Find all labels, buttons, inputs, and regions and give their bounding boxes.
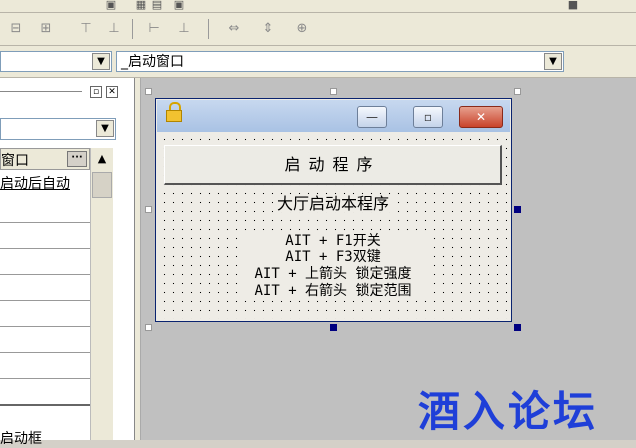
property-scrollbar[interactable]: ▲ <box>90 148 113 440</box>
restore-icon[interactable]: ▫ <box>90 86 102 98</box>
property-header-label: 窗口 <box>1 153 29 169</box>
lock-icon <box>166 102 182 122</box>
equal-width-icon[interactable]: ⊢ <box>144 19 164 39</box>
align-top-icon[interactable]: ⊤ <box>76 19 96 39</box>
grid-line <box>0 222 90 223</box>
object-combo-row: ▼ _启动窗口 ▼ <box>0 46 636 78</box>
property-header: 窗口 ··· <box>0 148 90 170</box>
selection-handle[interactable] <box>330 88 337 95</box>
toolbar-icon-c[interactable]: ▤ <box>150 0 164 11</box>
chevron-up-icon[interactable]: ▲ <box>93 150 111 168</box>
forum-watermark: 酒入论坛 <box>418 387 599 436</box>
component-combo[interactable]: ▼ <box>0 118 116 140</box>
property-value[interactable]: 启动后自动 <box>0 172 90 196</box>
align-bottom-icon[interactable]: ⊥ <box>104 19 124 39</box>
toolbar-separator <box>132 19 133 39</box>
grid-line <box>0 378 90 379</box>
form-client-area: 启动程序 大厅启动本程序 AIT + F1开关 AIT + F3双键 AIT +… <box>160 135 507 319</box>
grid-line <box>0 326 90 327</box>
chevron-down-icon[interactable]: ▼ <box>92 53 110 70</box>
start-program-button[interactable]: 启动程序 <box>164 145 502 185</box>
center-both-icon[interactable]: ⊕ <box>292 19 312 39</box>
selection-handle[interactable] <box>514 88 521 95</box>
selection-handle[interactable] <box>145 206 152 213</box>
event-combo[interactable]: _启动窗口 ▼ <box>116 51 564 72</box>
grid-line <box>0 404 90 406</box>
center-vertical-icon[interactable]: ⇕ <box>258 19 278 39</box>
equal-height-icon[interactable]: ⊥ <box>174 19 194 39</box>
info-line: AIT + 右箭头 锁定范围 <box>238 283 428 300</box>
startup-form[interactable]: — ▫ ✕ 启动程序 大厅启动本程序 AIT + F1开关 AIT + F3双键… <box>155 98 512 322</box>
grid-line <box>0 248 90 249</box>
toolbar-icon-a[interactable]: ▣ <box>104 0 118 11</box>
event-combo-value: _启动窗口 <box>121 54 184 70</box>
grid-line <box>0 352 90 353</box>
toolbar-top: ▣ ▦ ▤ ▣ ■ <box>0 0 636 13</box>
scroll-thumb[interactable] <box>92 172 112 198</box>
info-line: AIT + 上箭头 锁定强度 <box>238 266 428 283</box>
center-horizontal-icon[interactable]: ⇔ <box>224 19 244 39</box>
selection-handle[interactable] <box>145 324 152 331</box>
minimize-button[interactable]: — <box>357 106 387 128</box>
maximize-button[interactable]: ▫ <box>413 106 443 128</box>
title-label: 大厅启动本程序 <box>273 195 393 212</box>
panel-grip <box>0 91 82 92</box>
grid-line <box>0 300 90 301</box>
toolbar-icon-e[interactable]: ■ <box>566 0 580 11</box>
selection-handle[interactable] <box>514 206 521 213</box>
ellipsis-button[interactable]: ··· <box>67 151 87 167</box>
toolbar-icon-b[interactable]: ▦ <box>134 0 148 11</box>
toolbar-icon-d[interactable]: ▣ <box>172 0 186 11</box>
selection-handle[interactable] <box>145 88 152 95</box>
property-panel: ▫ ✕ ▼ 窗口 ··· 启动后自动 启动框 ▲ <box>0 78 135 447</box>
property-bottom-text: 启动框 <box>0 431 42 447</box>
close-button[interactable]: ✕ <box>459 106 503 128</box>
info-line: AIT + F3双键 <box>238 249 428 266</box>
panel-header: ▫ ✕ <box>0 84 128 100</box>
form-titlebar[interactable]: — ▫ ✕ <box>157 100 510 132</box>
align-center-icon[interactable]: ⊞ <box>36 19 56 39</box>
alignment-toolbar: ⊟ ⊞ ⊤ ⊥ ⊢ ⊥ ⇔ ⇕ ⊕ <box>0 13 636 46</box>
chevron-down-icon[interactable]: ▼ <box>544 53 562 70</box>
chevron-down-icon[interactable]: ▼ <box>96 120 114 137</box>
grid-line <box>0 274 90 275</box>
object-type-combo[interactable]: ▼ <box>0 51 112 72</box>
selection-handle[interactable] <box>514 324 521 331</box>
toolbar-separator <box>208 19 209 39</box>
info-line: AIT + F1开关 <box>238 233 428 250</box>
align-left-icon[interactable]: ⊟ <box>6 19 26 39</box>
close-icon[interactable]: ✕ <box>106 86 118 98</box>
selection-handle[interactable] <box>330 324 337 331</box>
